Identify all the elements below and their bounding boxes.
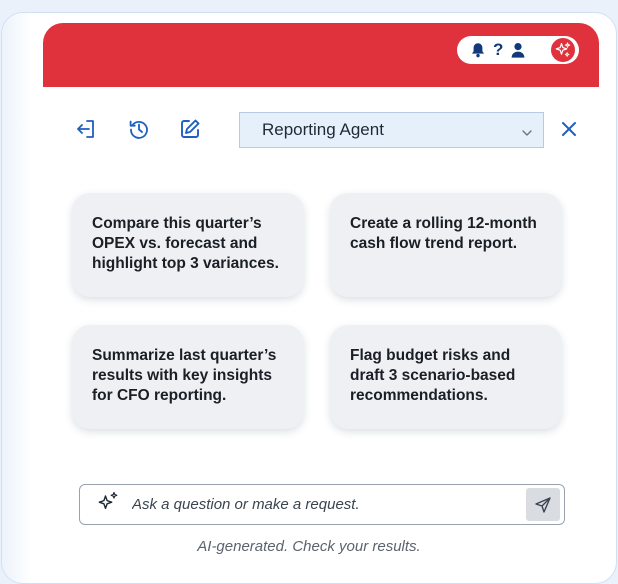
- suggestion-card[interactable]: Flag budget risks and draft 3 scenario-b…: [330, 325, 562, 429]
- send-icon: [535, 496, 551, 513]
- header-actions: ?: [457, 36, 579, 64]
- user-icon[interactable]: [511, 42, 525, 58]
- ai-disclaimer: AI-generated. Check your results.: [197, 538, 421, 555]
- help-icon[interactable]: ?: [493, 40, 503, 60]
- sparkle-icon: [96, 490, 120, 519]
- agent-select[interactable]: Reporting Agent: [239, 112, 544, 148]
- suggestion-card[interactable]: Summarize last quarter’s results with ke…: [72, 325, 304, 429]
- message-input[interactable]: [132, 496, 502, 513]
- suggestion-card[interactable]: Compare this quarter’s OPEX vs. forecast…: [72, 193, 304, 297]
- composer: [79, 484, 565, 525]
- chevron-down-icon: [521, 124, 533, 144]
- history-icon[interactable]: [124, 114, 154, 144]
- header-bar: ?: [43, 23, 599, 87]
- ai-sparkle-icon[interactable]: [549, 36, 577, 64]
- new-chat-icon[interactable]: [175, 114, 205, 144]
- close-icon[interactable]: [556, 114, 582, 144]
- suggestion-card[interactable]: Create a rolling 12-month cash flow tren…: [330, 193, 562, 297]
- bell-icon[interactable]: [471, 42, 485, 58]
- send-button[interactable]: [526, 488, 560, 521]
- exit-icon[interactable]: [71, 114, 101, 144]
- agent-select-value: Reporting Agent: [262, 120, 384, 139]
- panel-edge-shade: [2, 13, 32, 583]
